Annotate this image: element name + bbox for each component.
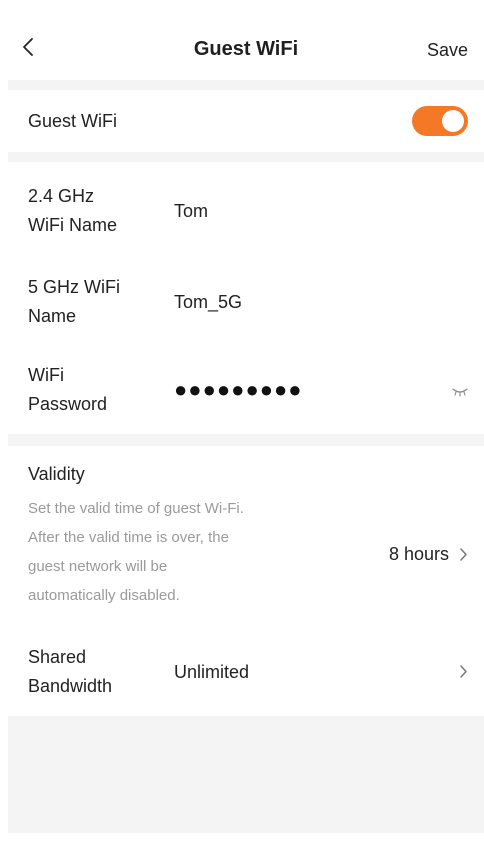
validity-value-selector[interactable]: 8 hours bbox=[389, 502, 468, 606]
save-button[interactable]: Save bbox=[427, 38, 468, 62]
validity-description-line: automatically disabled. bbox=[28, 587, 180, 604]
ssid-24-row[interactable]: 2.4 GHz WiFi Name Tom bbox=[8, 162, 484, 258]
validity-description-line: guest network will be bbox=[28, 558, 168, 575]
ssid-5-label-line2: Name bbox=[28, 306, 77, 326]
ssid-5-row[interactable]: 5 GHz WiFi Name Tom_5G bbox=[8, 258, 484, 346]
divider bbox=[8, 434, 484, 446]
chevron-right-icon bbox=[460, 665, 467, 678]
divider bbox=[8, 152, 484, 162]
ssid-5-label-line1: 5 GHz WiFi bbox=[28, 277, 120, 297]
validity-row[interactable]: Validity Set the valid time of guest Wi-… bbox=[8, 446, 484, 628]
bandwidth-value: Unlimited bbox=[174, 661, 250, 682]
page-title: Guest WiFi bbox=[193, 38, 299, 60]
validity-description-line: Set the valid time of guest Wi-Fi. bbox=[28, 500, 244, 517]
password-label: WiFi Password bbox=[28, 361, 174, 419]
divider bbox=[8, 80, 484, 90]
ssid-24-value[interactable]: Tom bbox=[174, 201, 468, 222]
password-label-line1: WiFi bbox=[28, 365, 64, 385]
toggle-knob bbox=[442, 110, 464, 132]
ssid-5-value[interactable]: Tom_5G bbox=[174, 292, 468, 313]
guest-wifi-screen: Guest WiFi Save Guest WiFi 2.4 GHz WiFi … bbox=[8, 0, 484, 833]
eye-closed-icon[interactable] bbox=[452, 384, 468, 402]
ssid-24-label: 2.4 GHz WiFi Name bbox=[28, 182, 174, 240]
guest-wifi-toggle[interactable] bbox=[412, 106, 468, 136]
password-label-line2: Password bbox=[28, 394, 108, 414]
bandwidth-label-line1: Shared bbox=[28, 647, 87, 667]
ssid-5-label: 5 GHz WiFi Name bbox=[28, 273, 174, 331]
bandwidth-label: Shared Bandwidth bbox=[28, 643, 174, 701]
guest-wifi-toggle-section: Guest WiFi bbox=[8, 90, 484, 152]
guest-wifi-label: Guest WiFi bbox=[28, 110, 118, 131]
header-bar: Guest WiFi Save bbox=[8, 0, 484, 80]
validity-description-line: After the valid time is over, the bbox=[28, 529, 229, 546]
settings-section: Validity Set the valid time of guest Wi-… bbox=[8, 446, 484, 716]
guest-wifi-row: Guest WiFi bbox=[8, 90, 484, 152]
ssid-24-label-line2: WiFi Name bbox=[28, 215, 117, 235]
bandwidth-row[interactable]: Shared Bandwidth Unlimited bbox=[8, 628, 484, 716]
validity-value: 8 hours bbox=[388, 543, 449, 564]
ssid-24-label-line1: 2.4 GHz bbox=[28, 186, 95, 206]
bandwidth-label-line2: Bandwidth bbox=[28, 676, 113, 696]
wifi-fields-section: 2.4 GHz WiFi Name Tom 5 GHz WiFi Name To… bbox=[8, 162, 484, 434]
validity-description: Set the valid time of guest Wi-Fi. After… bbox=[28, 494, 328, 610]
password-value[interactable]: ●●●●●●●●● bbox=[174, 377, 468, 403]
chevron-right-icon bbox=[460, 547, 467, 561]
validity-title: Validity bbox=[28, 464, 85, 484]
password-row[interactable]: WiFi Password ●●●●●●●●● bbox=[8, 346, 484, 434]
